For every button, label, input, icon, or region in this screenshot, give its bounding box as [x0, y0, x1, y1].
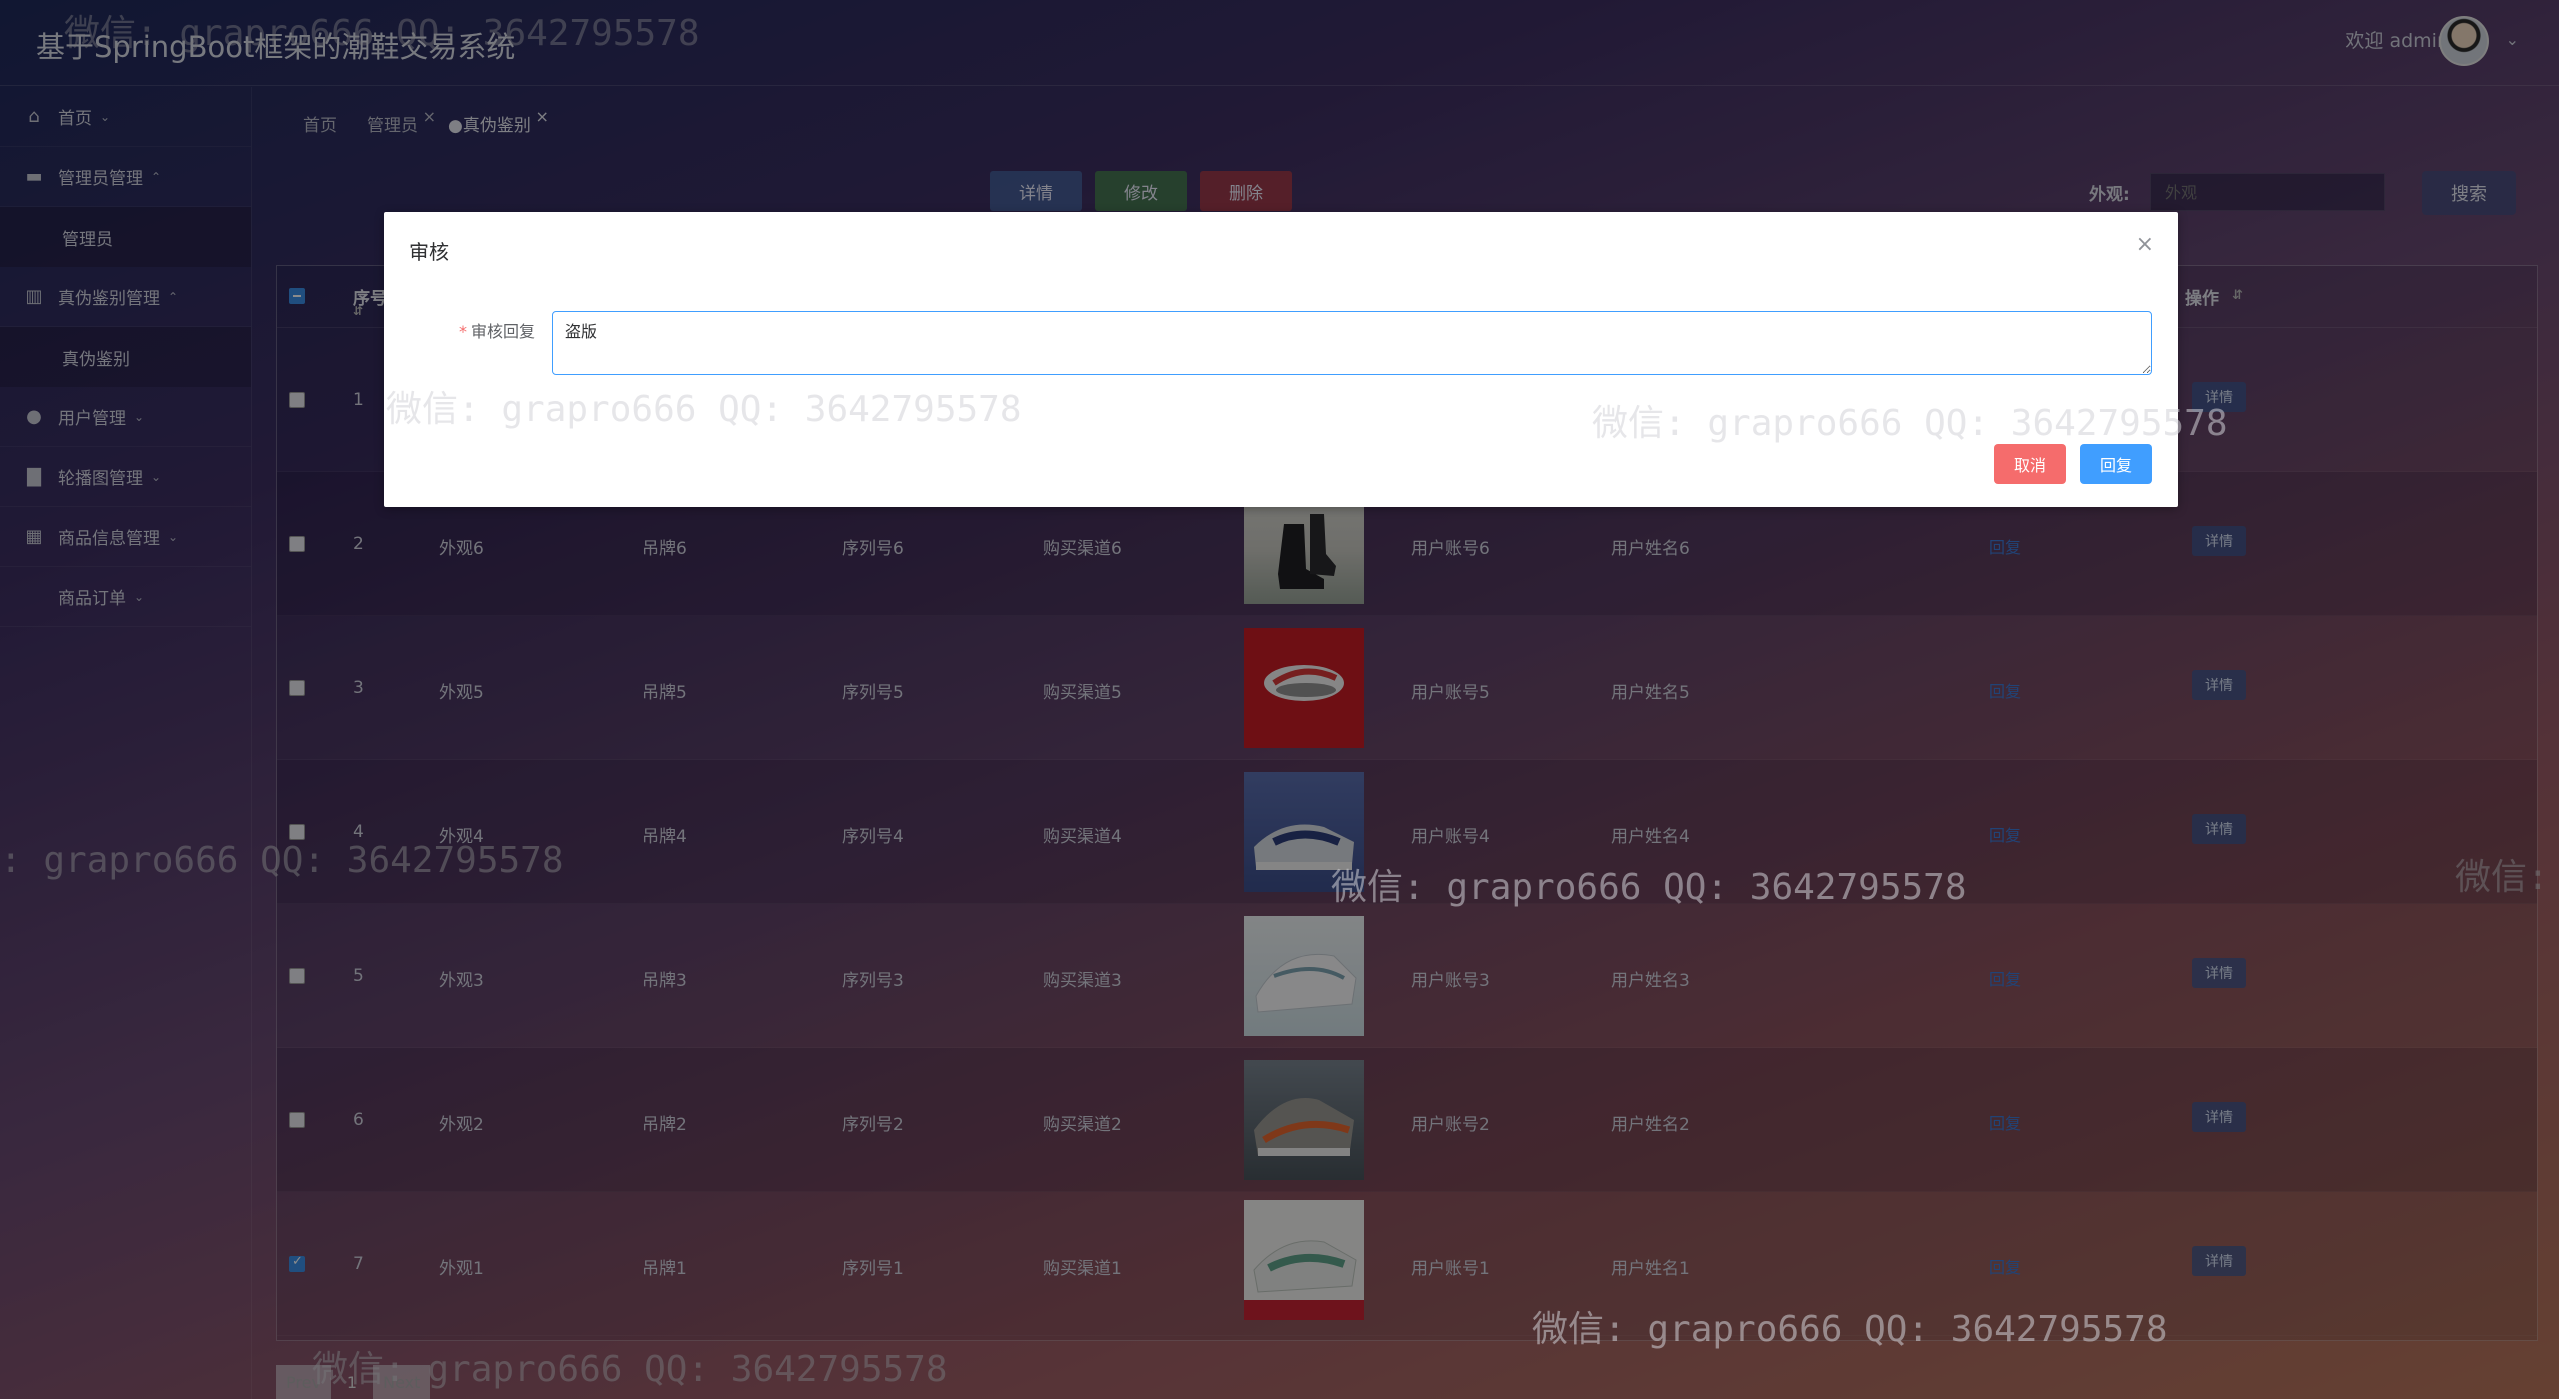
reply-field-label: * 审核回复: [459, 318, 535, 342]
close-icon[interactable]: ×: [2136, 232, 2154, 257]
dialog-title: 审核: [409, 240, 449, 264]
modal-overlay[interactable]: [0, 0, 2559, 1399]
reply-textarea[interactable]: 盗版: [552, 311, 2152, 375]
reply-button[interactable]: 回复: [2080, 444, 2152, 484]
required-marker: *: [459, 322, 467, 341]
review-dialog: 审核 × * 审核回复 盗版 取消 回复: [384, 212, 2178, 507]
reply-field-label-text: 审核回复: [471, 322, 536, 341]
cancel-button[interactable]: 取消: [1994, 444, 2066, 484]
